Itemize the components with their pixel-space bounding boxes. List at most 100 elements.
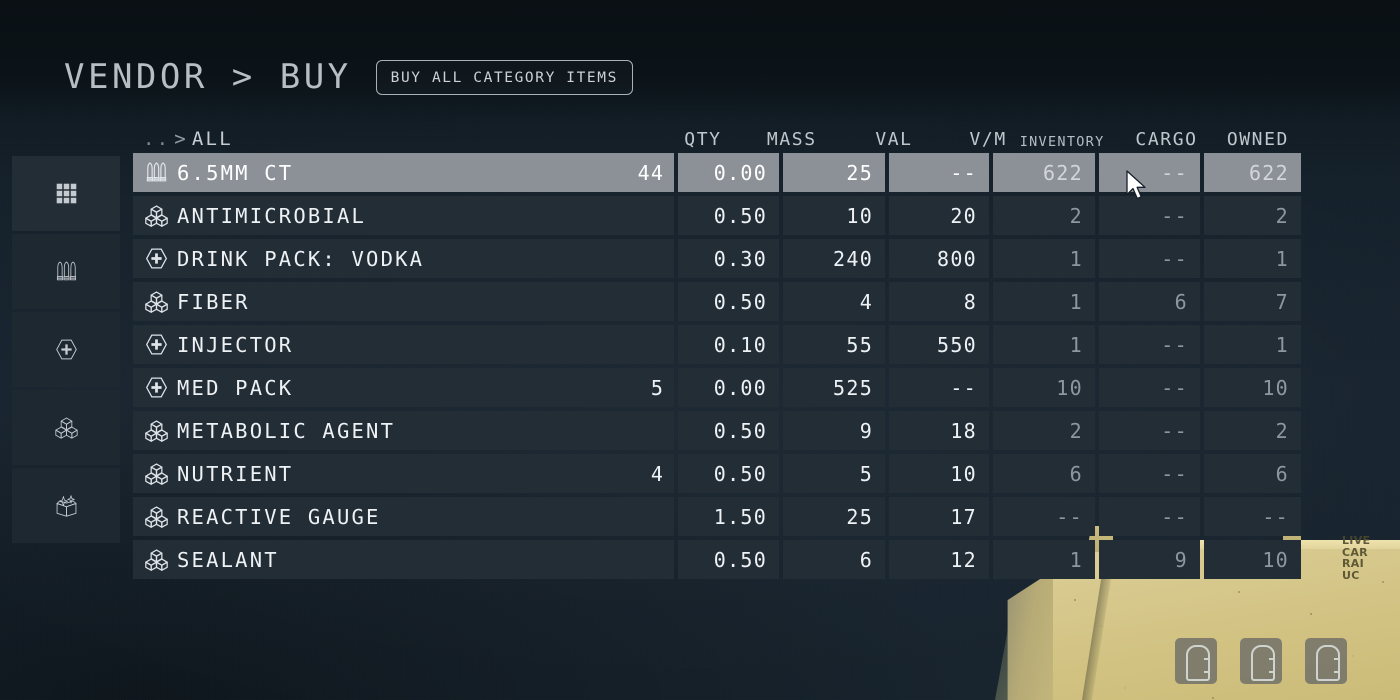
category-sidebar <box>12 156 120 543</box>
sidebar-item-category-medical[interactable] <box>12 312 120 387</box>
column-header-inventory[interactable]: INVENTORY <box>1019 134 1115 150</box>
item-name: MED PACK <box>177 376 642 400</box>
loot-box-icon <box>55 494 78 517</box>
item-cargo-cell: 9 <box>1099 540 1200 579</box>
item-value-per-mass-cell: 12 <box>889 540 989 579</box>
table-row[interactable]: ANTIMICROBIAL0.5010202--2 <box>133 196 1301 235</box>
table-row[interactable]: INJECTOR0.10555501--1 <box>133 325 1301 364</box>
item-cargo-cell: -- <box>1099 497 1200 536</box>
table-header-row: ..>ALL QTY MASS VAL V/M INVENTORY CARGO … <box>133 120 1301 153</box>
item-name: NUTRIENT <box>177 462 642 486</box>
item-val-cell: 25 <box>783 153 885 192</box>
table-row[interactable]: 6.5MM CT440.0025--622--622 <box>133 153 1301 192</box>
crate-cartridge-icon <box>1305 638 1347 684</box>
breadcrumb-separator: > <box>174 128 188 150</box>
item-owned-cell: 622 <box>1204 153 1301 192</box>
buy-all-category-items-button[interactable]: BUY ALL CATEGORY ITEMS <box>376 60 633 95</box>
item-owned-cell: -- <box>1204 497 1301 536</box>
item-name-cell[interactable]: MED PACK 5 <box>133 368 674 407</box>
item-val-cell: 4 <box>783 282 885 321</box>
item-inventory-cell: 2 <box>993 411 1095 450</box>
item-name-cell[interactable]: SEALANT <box>133 540 674 579</box>
sidebar-item-category-components[interactable] <box>12 390 120 465</box>
breadcrumb-current: ALL <box>192 128 233 150</box>
cubes-icon <box>145 290 168 313</box>
cubes-icon <box>145 462 168 485</box>
table-row[interactable]: REACTIVE GAUGE1.502517------ <box>133 497 1301 536</box>
table-row[interactable]: FIBER0.5048167 <box>133 282 1301 321</box>
item-qty: 4 <box>651 462 664 486</box>
cubes-icon <box>145 548 168 571</box>
cubes-icon <box>145 505 168 528</box>
cubes-icon <box>55 416 78 439</box>
sidebar-item-category-ammo[interactable] <box>12 234 120 309</box>
item-value-per-mass-cell: 17 <box>889 497 989 536</box>
grid-icon <box>55 182 78 205</box>
item-inventory-cell: 622 <box>993 153 1095 192</box>
item-value-per-mass-cell: 550 <box>889 325 989 364</box>
item-val-cell: 6 <box>783 540 885 579</box>
table-row[interactable]: NUTRIENT40.505106--6 <box>133 454 1301 493</box>
item-mass-cell: 0.10 <box>678 325 779 364</box>
table-row[interactable]: MED PACK50.00525--10--10 <box>133 368 1301 407</box>
item-inventory-cell: 1 <box>993 540 1095 579</box>
item-value-per-mass-cell: 18 <box>889 411 989 450</box>
ammo-icon <box>55 260 78 283</box>
table-row[interactable]: METABOLIC AGENT0.509182--2 <box>133 411 1301 450</box>
item-owned-cell: 2 <box>1204 196 1301 235</box>
item-value-per-mass-cell: 800 <box>889 239 989 278</box>
item-inventory-cell: 2 <box>993 196 1095 235</box>
item-val-cell: 10 <box>783 196 885 235</box>
item-owned-cell: 1 <box>1204 239 1301 278</box>
item-name-cell[interactable]: ANTIMICROBIAL <box>133 196 674 235</box>
item-mass-cell: 0.00 <box>678 153 779 192</box>
item-cargo-cell: -- <box>1099 411 1200 450</box>
medical-icon <box>55 338 78 361</box>
item-name: FIBER <box>177 290 655 314</box>
item-name-cell[interactable]: FIBER <box>133 282 674 321</box>
medical-icon <box>145 333 168 356</box>
medical-icon <box>145 247 168 270</box>
crate-stencil-text: LIVE CAR RAI UC <box>1342 535 1370 581</box>
item-value-per-mass-cell: -- <box>889 153 989 192</box>
table-row[interactable]: DRINK PACK: VODKA0.302408001--1 <box>133 239 1301 278</box>
column-header-owned[interactable]: OWNED <box>1210 129 1301 150</box>
column-header-cargo[interactable]: CARGO <box>1115 129 1210 150</box>
column-header-val[interactable]: VAL <box>829 129 925 150</box>
item-name-cell[interactable]: METABOLIC AGENT <box>133 411 674 450</box>
item-owned-cell: 2 <box>1204 411 1301 450</box>
item-name-cell[interactable]: REACTIVE GAUGE <box>133 497 674 536</box>
item-value-per-mass-cell: -- <box>889 368 989 407</box>
crate-cartridge-icon <box>1240 638 1282 684</box>
sidebar-item-category-misc[interactable] <box>12 468 120 543</box>
item-owned-cell: 6 <box>1204 454 1301 493</box>
item-owned-cell: 7 <box>1204 282 1301 321</box>
column-header-qty[interactable]: QTY <box>639 129 734 150</box>
item-val-cell: 9 <box>783 411 885 450</box>
item-cargo-cell: -- <box>1099 325 1200 364</box>
item-name-cell[interactable]: INJECTOR <box>133 325 674 364</box>
item-owned-cell: 1 <box>1204 325 1301 364</box>
breadcrumb-up[interactable]: .. <box>143 128 170 150</box>
item-inventory-cell: -- <box>993 497 1095 536</box>
item-inventory-cell: 1 <box>993 239 1095 278</box>
item-val-cell: 55 <box>783 325 885 364</box>
item-mass-cell: 0.50 <box>678 540 779 579</box>
item-qty: 5 <box>651 376 664 400</box>
item-name: 6.5MM CT <box>177 161 629 185</box>
item-name: SEALANT <box>177 548 655 572</box>
item-name-cell[interactable]: 6.5MM CT44 <box>133 153 674 192</box>
item-cargo-cell: -- <box>1099 196 1200 235</box>
item-inventory-cell: 1 <box>993 282 1095 321</box>
breadcrumb[interactable]: ..>ALL <box>133 128 639 150</box>
table-row[interactable]: SEALANT0.506121910 <box>133 540 1301 579</box>
item-value-per-mass-cell: 10 <box>889 454 989 493</box>
column-header-mass[interactable]: MASS <box>734 129 829 150</box>
item-name: INJECTOR <box>177 333 655 357</box>
column-header-vm[interactable]: V/M <box>925 129 1019 150</box>
item-name-cell[interactable]: NUTRIENT 4 <box>133 454 674 493</box>
item-name-cell[interactable]: DRINK PACK: VODKA <box>133 239 674 278</box>
item-name: METABOLIC AGENT <box>177 419 655 443</box>
sidebar-item-category-all[interactable] <box>12 156 120 231</box>
item-value-per-mass-cell: 8 <box>889 282 989 321</box>
